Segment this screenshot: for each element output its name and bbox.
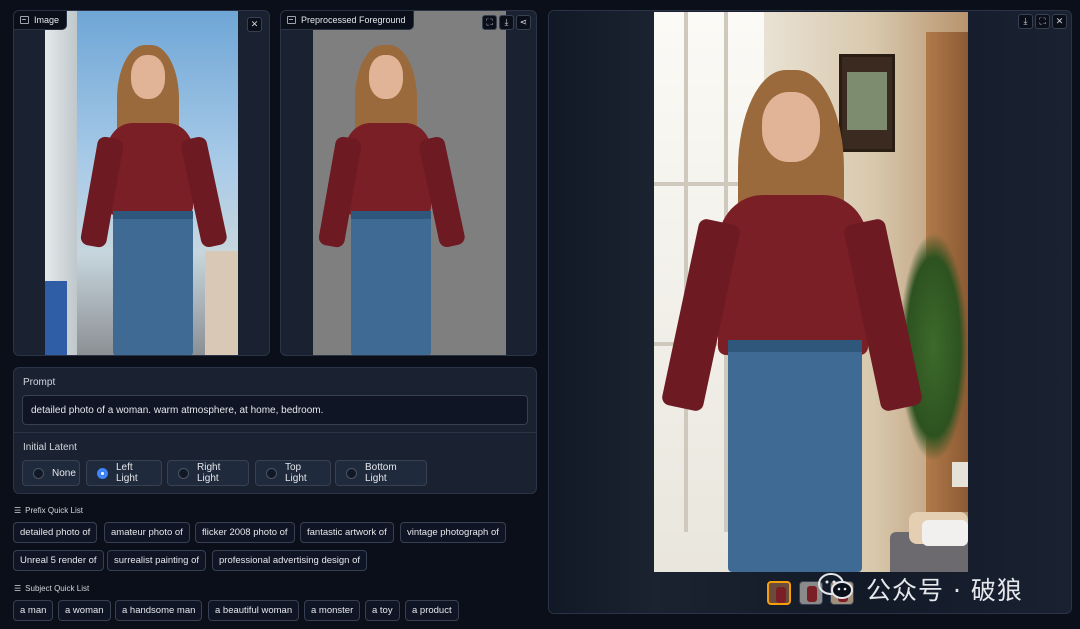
download-icon[interactable]: ⤓ [1018,14,1033,29]
radio-circle [266,467,277,479]
prefix-chip[interactable]: vintage photograph of [400,522,506,543]
foreground-panel-label: Preprocessed Foreground [281,11,414,30]
foreground-photo [313,11,506,355]
prefix-chip[interactable]: Unreal 5 render of [13,550,104,571]
radio-label: Top Light [285,462,307,484]
share-icon[interactable]: ⋖ [516,15,531,30]
wechat-icon [818,573,853,599]
prefix-quick-list-title: ☰ Prefix Quick List [14,506,83,515]
subject-chip[interactable]: a product [405,600,459,621]
radio-circle-checked [97,467,108,479]
image-icon [287,16,296,24]
subject-chip[interactable]: a toy [365,600,400,621]
radio-bottom-light[interactable]: Bottom Light [335,460,427,486]
gallery-thumbnail-selected[interactable] [767,581,791,605]
radio-none[interactable]: None [22,460,80,486]
image-panel-title: Image [34,15,60,25]
subject-woman [79,45,237,355]
image-icon [20,16,29,24]
watermark-text: 公众号 · 破狼 [866,576,1023,605]
prefix-chip[interactable]: detailed photo of [13,522,98,543]
close-icon[interactable]: ✕ [247,17,262,32]
radio-label: Right Light [197,462,221,484]
radio-label: None [52,467,76,479]
prompt-input[interactable]: detailed photo of a woman. warm atmosphe… [22,395,528,425]
subject-chip[interactable]: a monster [304,600,361,621]
list-icon: ☰ [14,584,22,593]
output-gallery-panel: ⤓ ⛶ ✕ [548,10,1072,614]
prefix-chip[interactable]: amateur photo of [104,522,190,543]
divider [14,432,536,433]
subject-quick-list-title: ☰ Subject Quick List [14,584,89,593]
radio-circle [346,467,357,479]
prefix-chip[interactable]: professional advertising design of [212,550,368,571]
subject-chip[interactable]: a man [13,600,54,621]
radio-label: Bottom Light [365,462,397,484]
prefix-chip[interactable]: surrealist painting of [107,550,207,571]
subject-chip[interactable]: a beautiful woman [208,600,300,621]
foreground-panel-title: Preprocessed Foreground [301,15,406,25]
radio-right-light[interactable]: Right Light [167,460,249,486]
prefix-chip[interactable]: flicker 2008 photo of [195,522,295,543]
radio-circle [33,467,44,479]
prompt-label: Prompt [23,377,56,388]
close-icon[interactable]: ✕ [1052,14,1067,29]
input-photo [45,11,238,355]
radio-top-light[interactable]: Top Light [255,460,331,486]
foreground-panel: Preprocessed Foreground ⛶ ⤓ ⋖ [280,10,537,356]
prefix-quick-list-label: Prefix Quick List [25,506,83,515]
subject-woman [317,45,475,355]
radio-left-light[interactable]: Left Light [86,460,162,486]
initial-latent-label: Initial Latent [23,442,77,453]
output-photo [654,12,968,572]
radio-label: Left Light [116,462,138,484]
subject-quick-list-label: Subject Quick List [25,584,90,593]
subject-woman [660,70,924,572]
image-panel-label: Image [14,11,68,30]
subject-chip[interactable]: a handsome man [115,600,203,621]
fullscreen-icon[interactable]: ⛶ [1035,14,1050,29]
fullscreen-icon[interactable]: ⛶ [482,15,497,30]
radio-circle [178,467,189,479]
list-icon: ☰ [14,506,22,515]
image-panel: Image ✕ [13,10,270,356]
download-icon[interactable]: ⤓ [499,15,514,30]
subject-chip[interactable]: a woman [58,600,111,621]
prefix-chip[interactable]: fantastic artwork of [300,522,394,543]
